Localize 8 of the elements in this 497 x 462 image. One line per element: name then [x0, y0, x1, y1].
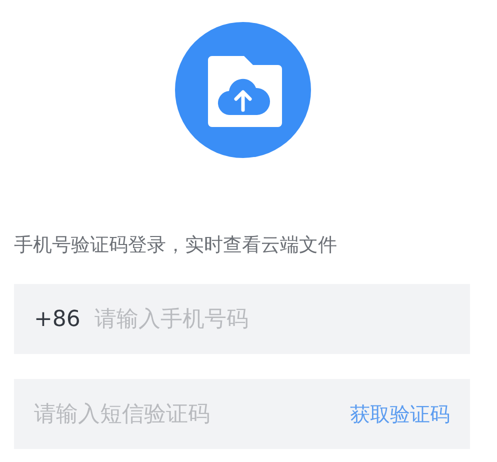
login-hint-text: 手机号验证码登录，实时查看云端文件	[14, 233, 337, 258]
country-code: +86	[34, 306, 80, 332]
get-code-button[interactable]: 获取验证码	[350, 400, 450, 428]
sms-code-input[interactable]: 请输入短信验证码	[34, 402, 350, 426]
sms-code-input-field[interactable]: 请输入短信验证码 获取验证码	[14, 379, 470, 449]
phone-number-input[interactable]: 请输入手机号码	[94, 306, 450, 332]
phone-input-field[interactable]: +86 请输入手机号码	[14, 284, 470, 354]
folder-upload-logo-icon	[174, 22, 310, 158]
